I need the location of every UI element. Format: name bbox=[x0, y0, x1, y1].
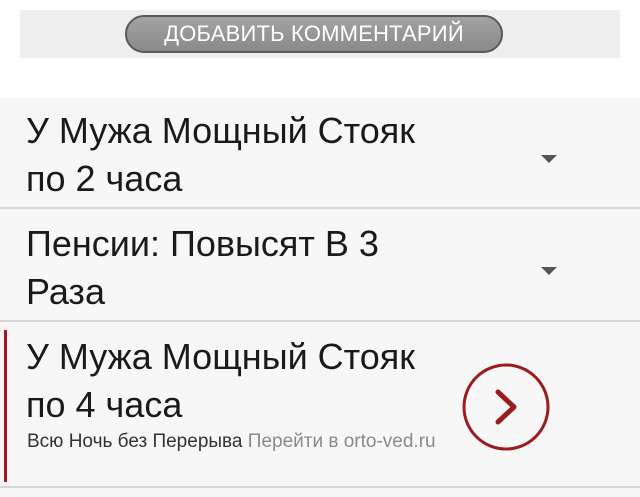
ad-accent-bar bbox=[4, 330, 7, 482]
ad-featured-description: Всю Ночь без Перерыва Перейти в orto-ved… bbox=[27, 429, 447, 455]
ad-featured-title: У Мужа Мощный Стояк по 4 часа bbox=[26, 336, 416, 425]
ad-item[interactable]: У Мужа Мощный Стояк по 2 часа bbox=[0, 99, 640, 209]
add-comment-button[interactable]: ДОБАВИТЬ КОММЕНТАРИЙ bbox=[125, 15, 503, 53]
ad-item-title: Пенсии: Повысят В 3 Раза bbox=[26, 223, 379, 312]
ad-link-text[interactable]: Перейти в orto-ved.ru bbox=[248, 431, 436, 452]
chevron-down-icon bbox=[541, 267, 557, 275]
ad-description-text: Всю Ночь без Перерыва bbox=[27, 431, 243, 452]
chevron-down-icon bbox=[541, 155, 557, 163]
ad-item-title: У Мужа Мощный Стояк по 2 часа bbox=[26, 110, 416, 199]
chevron-right-icon bbox=[462, 363, 550, 451]
ad-item[interactable]: Пенсии: Повысят В 3 Раза bbox=[0, 210, 640, 322]
go-button[interactable] bbox=[462, 363, 550, 451]
